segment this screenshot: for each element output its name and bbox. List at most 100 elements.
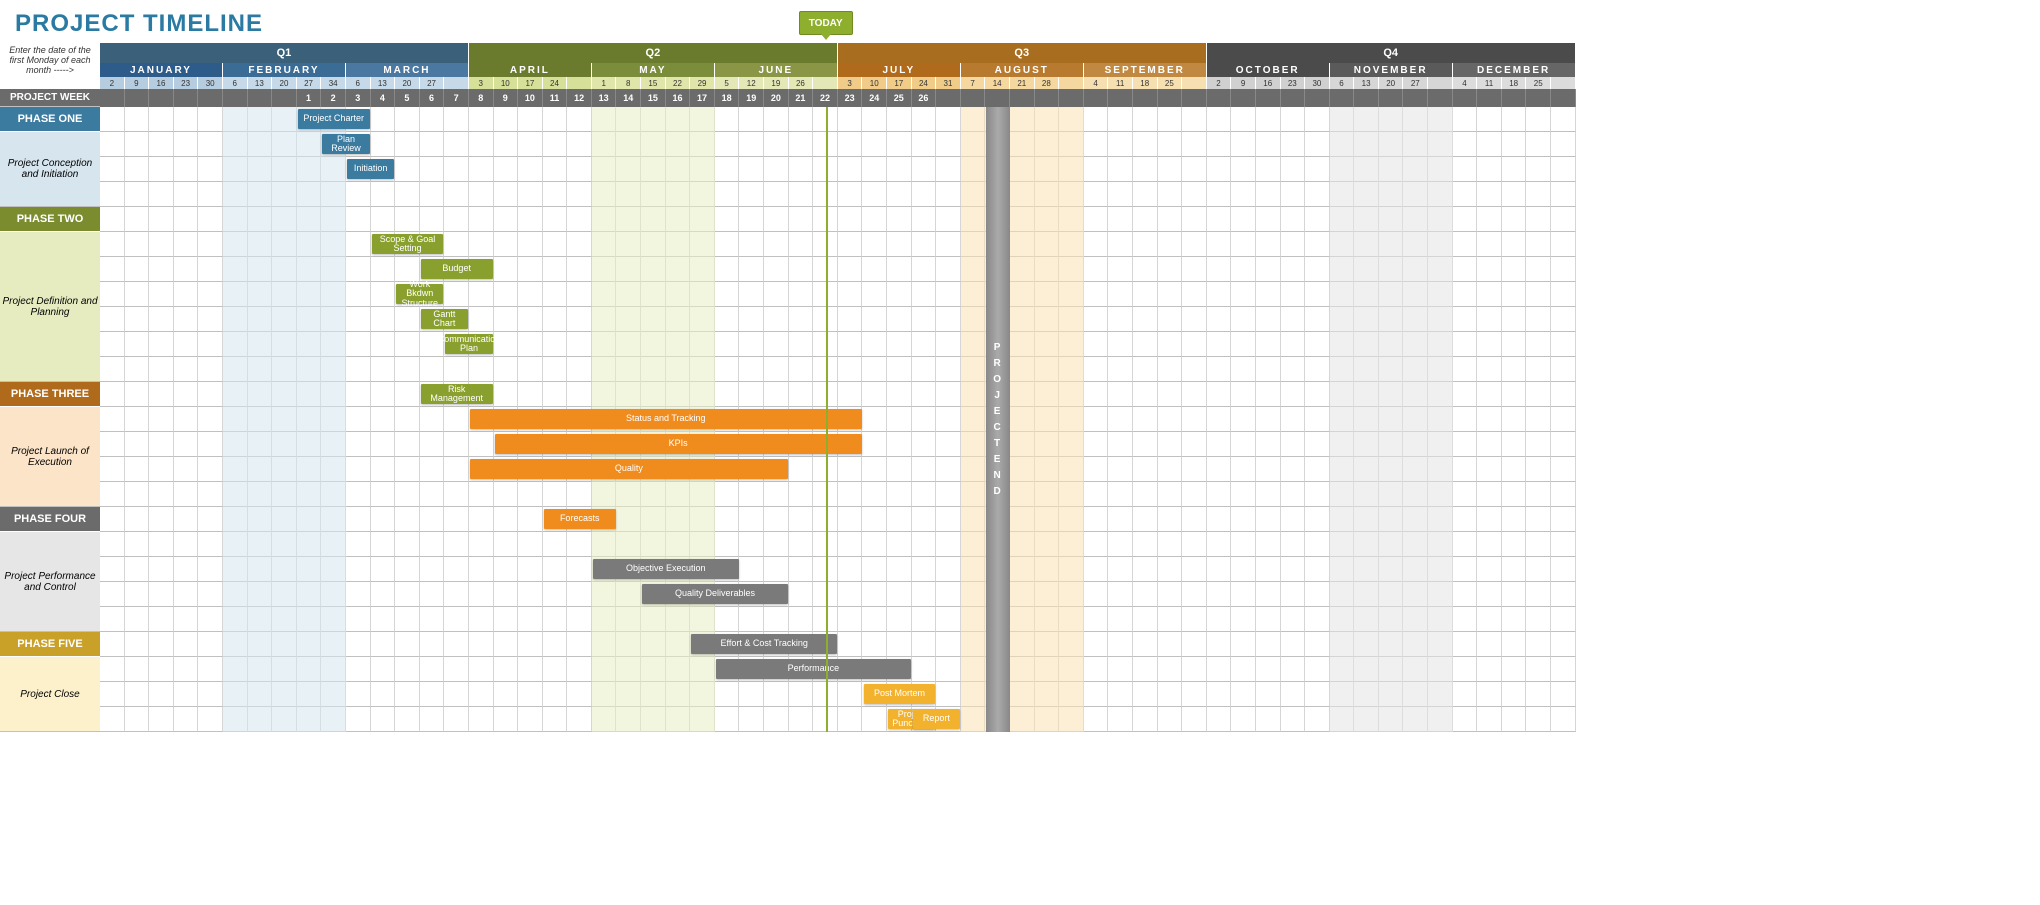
gantt-cell[interactable] <box>395 307 420 332</box>
gantt-cell[interactable] <box>100 457 125 482</box>
gantt-cell[interactable] <box>1281 457 1306 482</box>
gantt-cell[interactable] <box>1477 307 1502 332</box>
gantt-cell[interactable] <box>543 157 568 182</box>
gantt-cell[interactable] <box>887 407 912 432</box>
gantt-cell[interactable] <box>887 282 912 307</box>
gantt-cell[interactable] <box>838 382 863 407</box>
gantt-cell[interactable] <box>174 582 199 607</box>
gantt-cell[interactable] <box>149 682 174 707</box>
gantt-cell[interactable] <box>715 507 740 532</box>
gantt-cell[interactable] <box>862 357 887 382</box>
gantt-cell[interactable] <box>1084 507 1109 532</box>
gantt-cell[interactable] <box>395 582 420 607</box>
gantt-cell[interactable] <box>518 582 543 607</box>
gantt-cell[interactable] <box>838 107 863 132</box>
gantt-cell[interactable] <box>198 707 223 732</box>
gantt-cell[interactable] <box>174 207 199 232</box>
gantt-cell[interactable] <box>494 632 519 657</box>
gantt-cell[interactable] <box>715 607 740 632</box>
gantt-cell[interactable] <box>346 557 371 582</box>
gantt-cell[interactable] <box>1108 132 1133 157</box>
gantt-cell[interactable] <box>543 657 568 682</box>
gantt-cell[interactable] <box>174 632 199 657</box>
gantt-cell[interactable] <box>371 257 396 282</box>
gantt-cell[interactable] <box>838 582 863 607</box>
gantt-cell[interactable] <box>789 307 814 332</box>
gantt-cell[interactable] <box>789 132 814 157</box>
gantt-cell[interactable] <box>1207 207 1232 232</box>
gantt-cell[interactable] <box>395 532 420 557</box>
gantt-cell[interactable] <box>1207 382 1232 407</box>
gantt-cell[interactable] <box>715 157 740 182</box>
gantt-cell[interactable] <box>838 682 863 707</box>
gantt-cell[interactable] <box>1108 707 1133 732</box>
gantt-cell[interactable] <box>1502 607 1527 632</box>
gantt-cell[interactable] <box>1526 107 1551 132</box>
gantt-cell[interactable] <box>1256 632 1281 657</box>
gantt-cell[interactable] <box>494 182 519 207</box>
gantt-cell[interactable] <box>371 382 396 407</box>
gantt-cell[interactable] <box>149 707 174 732</box>
gantt-cell[interactable] <box>518 507 543 532</box>
gantt-cell[interactable] <box>912 282 937 307</box>
gantt-cell[interactable] <box>1207 432 1232 457</box>
gantt-cell[interactable] <box>1158 182 1183 207</box>
gantt-cell[interactable] <box>912 182 937 207</box>
gantt-cell[interactable] <box>543 282 568 307</box>
gantt-cell[interactable] <box>518 332 543 357</box>
gantt-cell[interactable] <box>444 707 469 732</box>
gantt-cell[interactable] <box>1256 407 1281 432</box>
gantt-cell[interactable] <box>198 607 223 632</box>
gantt-cell[interactable] <box>1084 282 1109 307</box>
gantt-cell[interactable] <box>1256 282 1281 307</box>
gantt-cell[interactable] <box>1133 557 1158 582</box>
gantt-cell[interactable] <box>1158 282 1183 307</box>
gantt-bar[interactable]: Initiation <box>347 159 394 179</box>
gantt-cell[interactable] <box>1158 482 1183 507</box>
gantt-cell[interactable] <box>346 507 371 532</box>
gantt-cell[interactable] <box>1526 482 1551 507</box>
gantt-cell[interactable] <box>1108 382 1133 407</box>
gantt-cell[interactable] <box>862 507 887 532</box>
gantt-cell[interactable] <box>1305 207 1330 232</box>
gantt-cell[interactable] <box>149 332 174 357</box>
gantt-cell[interactable] <box>1158 332 1183 357</box>
gantt-cell[interactable] <box>887 557 912 582</box>
gantt-cell[interactable] <box>198 532 223 557</box>
gantt-cell[interactable] <box>715 682 740 707</box>
gantt-cell[interactable] <box>1453 607 1478 632</box>
gantt-cell[interactable] <box>469 107 494 132</box>
gantt-cell[interactable] <box>1207 457 1232 482</box>
gantt-cell[interactable] <box>1453 632 1478 657</box>
gantt-cell[interactable] <box>125 107 150 132</box>
gantt-cell[interactable] <box>912 107 937 132</box>
gantt-cell[interactable] <box>346 707 371 732</box>
gantt-cell[interactable] <box>715 307 740 332</box>
gantt-cell[interactable] <box>543 707 568 732</box>
gantt-cell[interactable] <box>936 682 961 707</box>
gantt-cell[interactable] <box>1108 207 1133 232</box>
gantt-cell[interactable] <box>1526 357 1551 382</box>
gantt-cell[interactable] <box>1231 407 1256 432</box>
gantt-cell[interactable] <box>1502 582 1527 607</box>
gantt-cell[interactable] <box>1526 407 1551 432</box>
gantt-cell[interactable] <box>739 332 764 357</box>
gantt-cell[interactable] <box>1182 282 1207 307</box>
gantt-cell[interactable] <box>1502 457 1527 482</box>
gantt-cell[interactable] <box>1551 107 1576 132</box>
gantt-cell[interactable] <box>100 307 125 332</box>
gantt-cell[interactable] <box>1305 607 1330 632</box>
gantt-cell[interactable] <box>174 682 199 707</box>
gantt-cell[interactable] <box>543 532 568 557</box>
gantt-cell[interactable] <box>567 582 592 607</box>
gantt-cell[interactable] <box>469 182 494 207</box>
gantt-cell[interactable] <box>1551 382 1576 407</box>
gantt-cell[interactable] <box>1453 182 1478 207</box>
gantt-cell[interactable] <box>887 257 912 282</box>
gantt-cell[interactable] <box>198 132 223 157</box>
gantt-cell[interactable] <box>1133 382 1158 407</box>
gantt-cell[interactable] <box>494 232 519 257</box>
gantt-cell[interactable] <box>567 182 592 207</box>
gantt-cell[interactable] <box>1526 507 1551 532</box>
gantt-cell[interactable] <box>1305 632 1330 657</box>
